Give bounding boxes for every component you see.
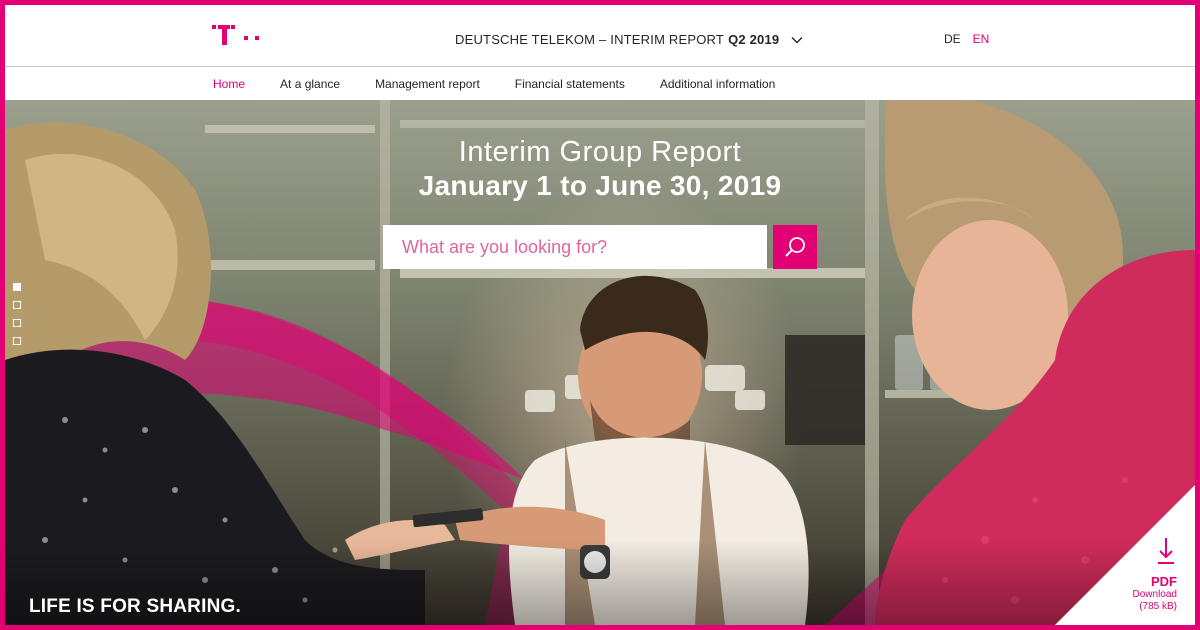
hero-subtitle: January 1 to June 30, 2019 [418,170,782,201]
slide-dot[interactable] [13,283,21,291]
main-navigation: Home At a glance Management report Finan… [5,67,1195,100]
slide-indicator [13,283,21,345]
pdf-label: PDF [1151,574,1177,589]
hero-title: Interim Group Report [458,136,742,168]
telekom-logo[interactable] [211,22,267,48]
slide-dot[interactable] [13,337,21,345]
language-en[interactable]: EN [973,32,990,46]
page-frame: DEUTSCHE TELEKOM – INTERIM REPORT Q2 201… [5,5,1195,625]
slide-dot[interactable] [13,319,21,327]
hero-banner: Interim Group Report January 1 to June 3… [5,100,1195,625]
report-title-prefix: DEUTSCHE TELEKOM – INTERIM REPORT [455,32,725,47]
search-icon [785,237,805,257]
search-box [383,225,767,269]
nav-item-at-a-glance[interactable]: At a glance [280,77,340,91]
pdf-download-info: Download (785 kB) [1133,589,1177,613]
slogan: LIFE IS FOR SHARING. [29,596,241,617]
language-switch: DE EN [944,32,989,46]
nav-item-home[interactable]: Home [213,77,245,91]
pdf-size: (785 kB) [1139,601,1177,612]
report-period: Q2 2019 [728,32,780,47]
pdf-download[interactable]: PDF Download (785 kB) [1055,485,1195,625]
report-selector[interactable]: DEUTSCHE TELEKOM – INTERIM REPORT Q2 201… [455,32,803,47]
language-de[interactable]: DE [944,32,961,46]
nav-item-management-report[interactable]: Management report [375,77,480,91]
nav-item-additional-information[interactable]: Additional information [660,77,775,91]
search-input[interactable] [383,225,767,269]
slide-dot[interactable] [13,301,21,309]
chevron-down-icon [791,36,803,43]
nav-item-financial-statements[interactable]: Financial statements [515,77,625,91]
download-icon [1158,538,1174,564]
pdf-action: Download [1132,589,1177,600]
header: DEUTSCHE TELEKOM – INTERIM REPORT Q2 201… [5,5,1195,67]
search-button[interactable] [773,225,817,269]
